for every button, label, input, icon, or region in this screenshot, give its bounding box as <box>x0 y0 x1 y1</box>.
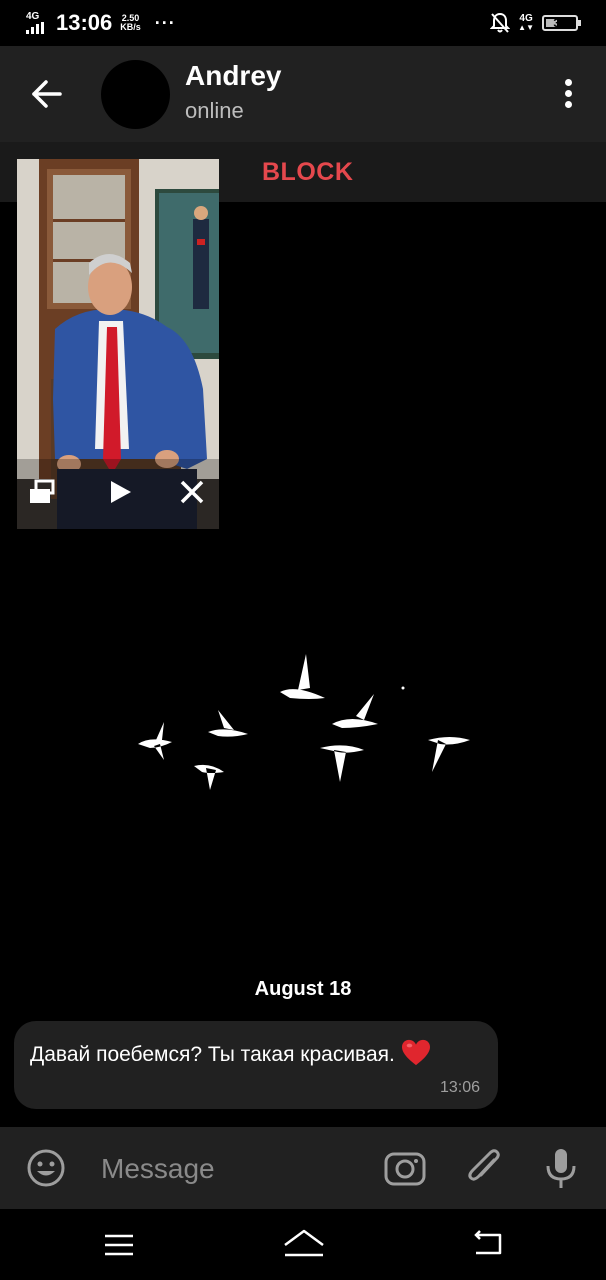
date-separator: August 18 <box>254 978 352 1000</box>
pip-play-button[interactable] <box>105 477 135 507</box>
system-back-button[interactable] <box>470 1229 506 1259</box>
pip-close-button[interactable] <box>177 477 207 507</box>
pip-video-player[interactable] <box>17 159 219 529</box>
pip-expand-button[interactable] <box>27 477 57 507</box>
message-text: Давай поебемся? Ты такая красивая. <box>30 1043 395 1066</box>
message-input[interactable] <box>101 1149 361 1189</box>
system-nav-bar <box>0 1209 606 1280</box>
data-arrows-icon: ▲▼ <box>518 23 534 32</box>
battery-level: 34 <box>553 16 567 30</box>
camera-button[interactable] <box>383 1147 427 1189</box>
battery-icon: 34 <box>542 15 581 31</box>
voice-record-button[interactable] <box>543 1146 579 1192</box>
back-button[interactable] <box>22 72 72 116</box>
home-button[interactable] <box>281 1227 327 1261</box>
arrow-left-icon <box>32 80 62 108</box>
more-options-button[interactable] <box>556 76 580 112</box>
emoji-button[interactable] <box>26 1148 66 1188</box>
smiley-icon <box>27 1149 65 1187</box>
message-time: 13:06 <box>439 1079 480 1096</box>
more-vertical-icon <box>564 79 572 86</box>
close-icon <box>180 480 204 504</box>
expand-window-icon <box>30 479 55 503</box>
home-icon <box>284 1229 324 1257</box>
clock: 13:06 <box>56 10 113 35</box>
paperclip-icon <box>468 1149 500 1181</box>
camera-icon <box>384 1152 426 1186</box>
avatar[interactable] <box>101 60 170 129</box>
more-notifications: ··· <box>154 12 176 33</box>
status-bar: 4G 13:06 2.50 KB/s ··· 4G ▲▼ 34 <box>0 0 606 46</box>
birds-wallpaper <box>138 654 470 790</box>
message-input-bar <box>0 1127 606 1209</box>
message-content: Давай поебемся? Ты такая красивая. <box>30 1039 431 1067</box>
contact-name[interactable]: Andrey <box>185 60 281 92</box>
signal-indicator: 4G <box>26 12 48 34</box>
signal-indicator-right: 4G ▲▼ <box>518 14 534 32</box>
contact-status: online <box>185 98 244 123</box>
speed-unit: KB/s <box>120 22 141 32</box>
play-icon <box>111 481 131 503</box>
attach-button[interactable] <box>464 1146 504 1190</box>
heart-icon <box>401 1039 430 1066</box>
menu-icon <box>105 1234 133 1256</box>
message-bubble[interactable]: Давай поебемся? Ты такая красивая. 13:06 <box>14 1021 498 1109</box>
chat-header: Andrey online <box>0 46 606 142</box>
network-speed: 2.50 KB/s <box>120 14 141 32</box>
back-arrow-icon <box>474 1230 502 1255</box>
notifications-off-icon <box>490 12 511 33</box>
microphone-icon <box>546 1149 576 1188</box>
signal-bars-icon <box>26 22 44 34</box>
block-button[interactable]: BLOCK <box>262 158 353 187</box>
network-type: 4G <box>26 11 40 22</box>
recent-apps-button[interactable] <box>103 1231 135 1259</box>
video-frame <box>17 159 219 529</box>
